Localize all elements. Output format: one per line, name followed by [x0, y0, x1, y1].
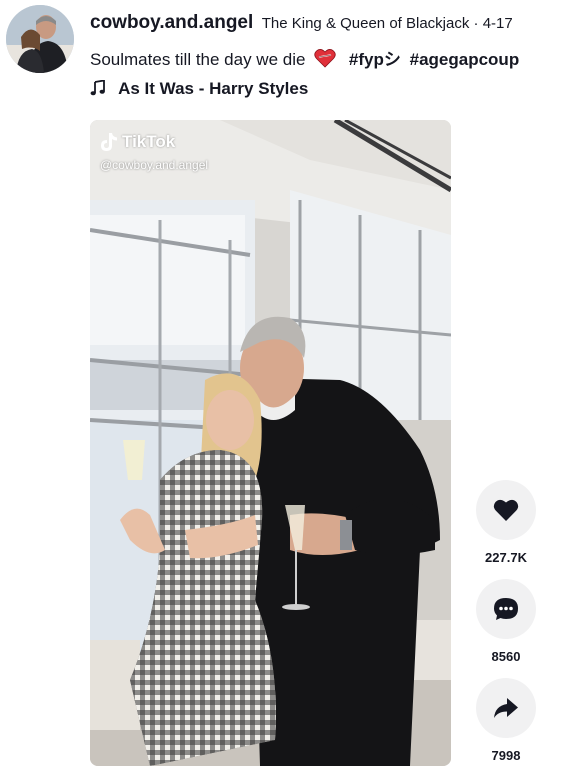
- watermark-handle: @cowboy.and.angel: [100, 158, 209, 172]
- author-username[interactable]: cowboy.and.angel: [90, 12, 253, 33]
- broken-heart-emoji-icon: [314, 48, 336, 73]
- comment-count: 8560: [491, 649, 521, 664]
- date-separator: ·: [469, 15, 483, 32]
- share-action: 7998: [476, 678, 536, 763]
- video-frame: [90, 120, 451, 766]
- like-button[interactable]: [476, 480, 536, 540]
- post-date: 4-17: [482, 15, 513, 32]
- share-icon: [494, 698, 518, 718]
- caption: Soulmates till the day we die #fypシ #age…: [90, 45, 519, 73]
- heart-icon: [493, 499, 519, 521]
- share-count: 7998: [491, 748, 521, 763]
- hashtag-fyp[interactable]: #fypシ: [349, 50, 401, 69]
- author-avatar[interactable]: [6, 5, 74, 73]
- author-row: cowboy.and.angel The King & Queen of Bla…: [90, 12, 513, 34]
- comment-action: 8560: [476, 579, 536, 664]
- music-note-icon: [90, 79, 106, 101]
- avatar-image: [6, 5, 74, 73]
- watermark-logo: TikTok: [100, 132, 208, 152]
- tiktok-logo-icon: [101, 133, 117, 151]
- video-player[interactable]: TikTok @cowboy.and.angel: [90, 120, 451, 766]
- music-title: As It Was - Harry Styles: [118, 79, 309, 98]
- like-count: 227.7K: [485, 550, 527, 565]
- hashtag-agegapcoup[interactable]: #agegapcoup: [410, 50, 520, 69]
- music-link[interactable]: As It Was - Harry Styles: [90, 79, 308, 101]
- author-nickname-text: The King & Queen of Blackjack: [261, 15, 470, 32]
- author-nickname: The King & Queen of Blackjack · 4-17: [262, 15, 513, 32]
- comment-button[interactable]: [476, 579, 536, 639]
- share-button[interactable]: [476, 678, 536, 738]
- caption-text: Soulmates till the day we die: [90, 50, 306, 69]
- comment-icon: [494, 598, 518, 620]
- like-action: 227.7K: [476, 480, 536, 565]
- watermark-logo-text: TikTok: [122, 132, 176, 151]
- tiktok-watermark: TikTok @cowboy.and.angel: [100, 132, 208, 172]
